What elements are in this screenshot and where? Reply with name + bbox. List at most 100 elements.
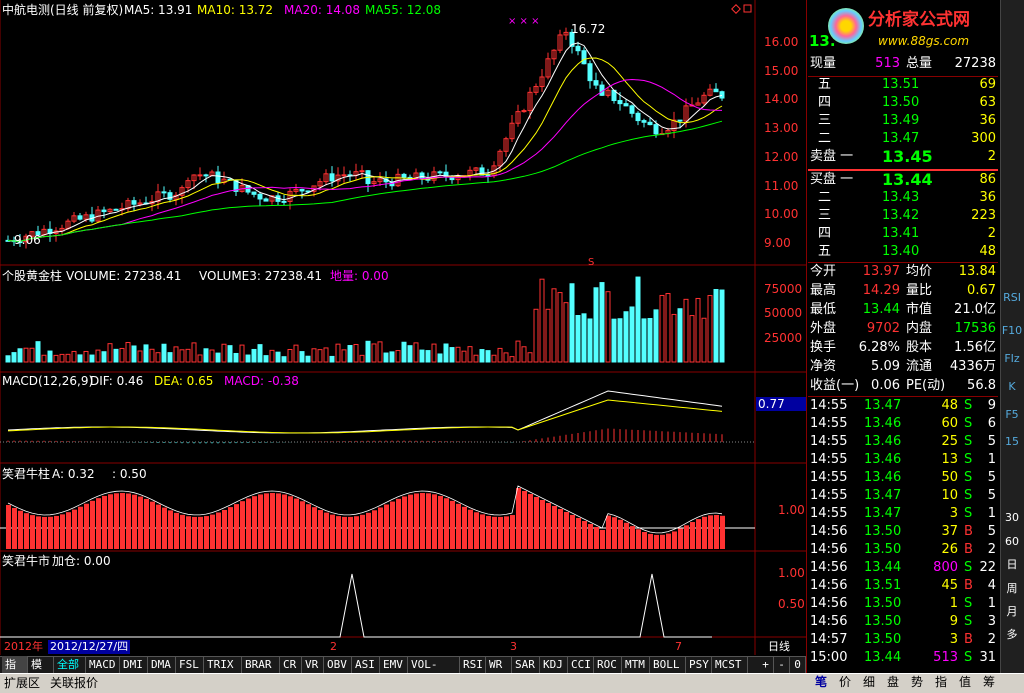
toolbar-button[interactable]: 日: [1000, 557, 1024, 573]
candle-body: [203, 174, 209, 177]
ind3-bar: [666, 533, 671, 549]
diamond-marker: [731, 4, 741, 14]
toolbar-button[interactable]: FIz: [1000, 351, 1024, 367]
indicator-tab[interactable]: TRIX: [204, 656, 242, 673]
zoom-button[interactable]: +: [758, 656, 774, 673]
volume-bar: [299, 351, 305, 363]
volume-bar: [491, 354, 497, 363]
indicator-tab[interactable]: CR: [280, 656, 302, 673]
indicator-tab[interactable]: BOLL: [650, 656, 686, 673]
ind3-bar: [354, 516, 359, 549]
volume-bar: [521, 346, 527, 363]
ma10-label: MA10: 13.72: [197, 3, 274, 17]
ind3-bar: [606, 515, 611, 549]
chart-area[interactable]: × × ×: [0, 0, 806, 656]
timeline-month-7: 7: [675, 640, 682, 653]
footer-tab-related[interactable]: 关联报价: [50, 676, 98, 690]
volume-bar: [143, 344, 149, 363]
indicator-tab[interactable]: PSY: [686, 656, 712, 673]
volume-bar: [629, 306, 635, 363]
ind3-bar: [570, 515, 575, 549]
ind3-bar: [384, 504, 389, 549]
moving-average-line: [7, 120, 723, 242]
indicator-tab[interactable]: MCST: [712, 656, 748, 673]
quote-tab[interactable]: 筹: [978, 675, 1000, 689]
ind3-bar: [468, 509, 473, 549]
toolbar-button[interactable]: 60: [1000, 534, 1024, 550]
stock-title: 中航电测(日线 前复权): [2, 3, 124, 17]
ind3-bar: [258, 494, 263, 549]
indicator-tab[interactable]: 模板: [28, 656, 54, 688]
zoom-button[interactable]: 0: [790, 656, 806, 673]
footer-tab-extend[interactable]: 扩展区: [4, 676, 40, 690]
ind3-bar: [228, 507, 233, 549]
indicator-tab[interactable]: SAR: [512, 656, 540, 673]
volume-bar: [113, 348, 119, 363]
ind3-bar: [60, 514, 65, 549]
volume-bar: [305, 355, 311, 363]
ind3-bar: [210, 514, 215, 549]
volume-bar: [293, 344, 299, 363]
indicator-tab[interactable]: OBV: [324, 656, 352, 673]
indicator-tab[interactable]: MACD: [86, 656, 120, 673]
indicator-tab[interactable]: MTM: [622, 656, 650, 673]
ind3-bar: [84, 503, 89, 549]
indicator-tab[interactable]: ROC: [594, 656, 622, 673]
candle-body: [587, 63, 593, 82]
toolbar-button[interactable]: 周: [1000, 581, 1024, 597]
ind3-bar: [540, 500, 545, 549]
indicator-tab[interactable]: VOL-TDX: [408, 656, 460, 688]
tick-row: 14:56 13.50 9 S 3: [810, 614, 996, 629]
toolbar-button[interactable]: F5: [1000, 407, 1024, 423]
indicator-tab[interactable]: WR: [486, 656, 512, 673]
ind3-axis-label: 1.00: [778, 503, 805, 517]
toolbar-button[interactable]: RSI: [1000, 290, 1024, 306]
volume-bar: [281, 356, 287, 363]
quote-tab[interactable]: 势: [906, 675, 928, 689]
toolbar-button[interactable]: 月: [1000, 604, 1024, 620]
volume-bar: [107, 343, 113, 363]
volume-bar: [263, 355, 269, 363]
indicator-tab[interactable]: 全部: [54, 656, 86, 673]
indicator-tab[interactable]: ASI: [352, 656, 380, 673]
indicator-tab[interactable]: FSL: [176, 656, 204, 673]
volume-bar: [311, 348, 317, 363]
quote-tab[interactable]: 指: [930, 675, 952, 689]
indicator-tab[interactable]: 指标: [2, 656, 28, 688]
indicator-tab[interactable]: DMI: [120, 656, 148, 673]
ind3-bar: [156, 504, 161, 549]
toolbar-button[interactable]: K: [1000, 379, 1024, 395]
period-label[interactable]: 日线: [768, 640, 790, 654]
buy-level-row: 五 13.40 48: [818, 244, 996, 259]
ind3-bar: [672, 531, 677, 549]
quote-tab[interactable]: 价: [834, 675, 856, 689]
indicator-tab[interactable]: KDJ: [540, 656, 568, 673]
candle-body: [215, 171, 221, 184]
zoom-button[interactable]: -: [774, 656, 790, 673]
toolbar-button[interactable]: 15: [1000, 434, 1024, 450]
volume-bar: [371, 343, 377, 363]
ind3-bar: [414, 493, 419, 549]
moving-average-line: [7, 78, 723, 242]
indicator-tab[interactable]: BRAR: [242, 656, 280, 673]
tick-row: 14:56 13.44 800 S 22: [810, 560, 996, 575]
indicator-tab[interactable]: DMA: [148, 656, 176, 673]
quote-tab[interactable]: 盘: [882, 675, 904, 689]
volume-bar: [17, 348, 23, 363]
indicator-tab[interactable]: EMV: [380, 656, 408, 673]
toolbar-button[interactable]: 多: [1000, 627, 1024, 643]
volume-bar: [317, 349, 323, 363]
timeline-cursor-date: 2012/12/27/四: [48, 640, 131, 654]
indicator-tab[interactable]: VR: [302, 656, 324, 673]
quote-tab[interactable]: 笔: [810, 675, 832, 689]
indicator-tab[interactable]: RSI: [460, 656, 486, 673]
toolbar-button[interactable]: 30: [1000, 510, 1024, 526]
candle-body: [437, 171, 443, 174]
toolbar-button[interactable]: F10: [1000, 323, 1024, 339]
quote-tab[interactable]: 细: [858, 675, 880, 689]
volume-bar: [497, 347, 503, 363]
quote-tab[interactable]: 值: [954, 675, 976, 689]
indicator-tab[interactable]: CCI: [568, 656, 594, 673]
volume-bar: [239, 344, 245, 363]
volume-bar: [269, 349, 275, 363]
